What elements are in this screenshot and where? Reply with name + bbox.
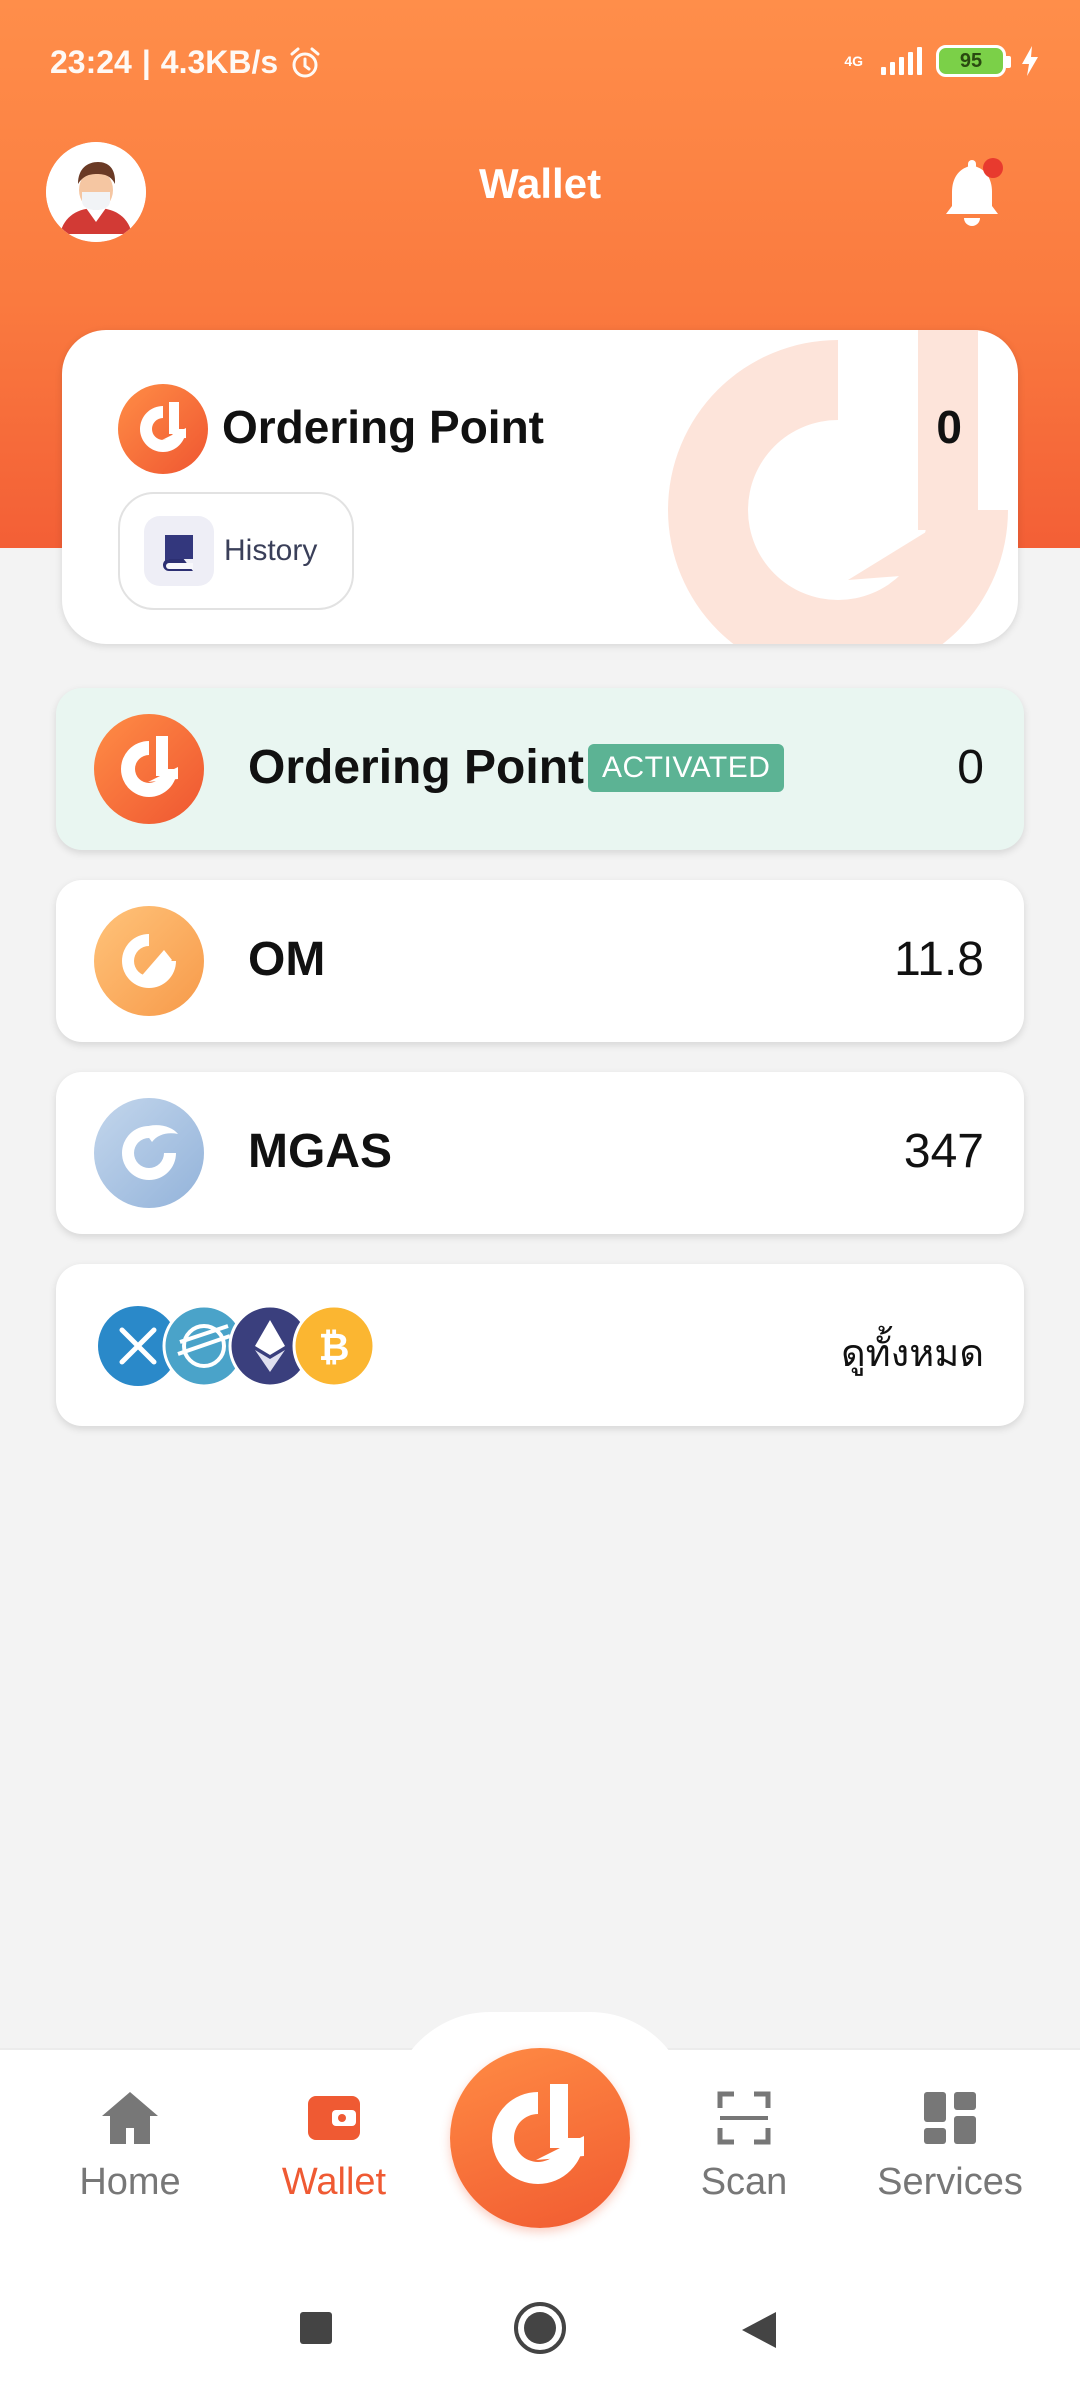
recents-icon[interactable] <box>298 2310 334 2346</box>
asset-amount: 0 <box>957 741 984 794</box>
nav-home-label: Home <box>79 2161 181 2203</box>
charging-icon <box>1022 46 1038 76</box>
ordering-point-icon <box>94 714 204 824</box>
home-system-icon[interactable] <box>512 2300 568 2356</box>
network-speed: 4.3KB/s <box>160 44 279 80</box>
asset-amount: 347 <box>903 1125 984 1178</box>
home-icon <box>102 2092 158 2144</box>
asset-name: MGAS <box>248 1125 392 1178</box>
asset-row-om[interactable]: OM 11.8 <box>56 880 1024 1042</box>
services-grid-icon <box>924 2092 976 2144</box>
history-label: History <box>224 534 318 567</box>
status-bar: 23:24 | 4.3KB/s 4G 95 <box>0 0 1080 120</box>
nav-services-label: Services <box>877 2161 1023 2203</box>
signal-icon <box>881 47 922 75</box>
ordering-point-value: 0 <box>936 401 962 453</box>
ordering-point-title: Ordering Point <box>222 401 544 453</box>
mgas-coin-icon <box>94 1098 204 1208</box>
ordering-point-watermark-icon <box>668 330 1008 644</box>
ordering-point-logo-icon <box>118 384 208 474</box>
page-title: Wallet <box>478 160 602 207</box>
svg-text:₿: ₿ <box>319 1325 350 1369</box>
see-all-coins-row[interactable]: ₿ ดูทั้งหมด <box>56 1264 1024 1426</box>
wallet-icon <box>308 2096 360 2140</box>
battery-level: 95 <box>959 49 983 72</box>
back-icon[interactable] <box>740 2310 778 2350</box>
nav-home[interactable]: Home <box>30 2086 230 2204</box>
coin-stack: ₿ <box>98 1304 376 1388</box>
see-all-link[interactable]: ดูทั้งหมด <box>841 1322 984 1383</box>
bell-icon <box>946 158 1003 226</box>
alarm-icon <box>290 47 320 77</box>
ordering-home-button[interactable] <box>450 2048 630 2228</box>
asset-row-mgas[interactable]: MGAS 347 <box>56 1072 1024 1234</box>
history-icon <box>144 516 214 586</box>
battery-icon: 95 <box>936 45 1011 77</box>
ordering-logo-icon <box>492 2084 584 2184</box>
nav-scan[interactable]: Scan <box>644 2086 844 2204</box>
history-button[interactable]: History <box>118 492 354 610</box>
nav-wallet[interactable]: Wallet <box>234 2086 434 2204</box>
notifications-button[interactable] <box>940 152 1010 232</box>
om-coin-icon <box>94 906 204 1016</box>
network-type: 4G <box>844 53 863 69</box>
activated-badge: ACTIVATED <box>588 744 785 792</box>
asset-row-ordering-point[interactable]: Ordering Point ACTIVATED 0 <box>56 688 1024 850</box>
asset-name: Ordering Point <box>248 741 584 794</box>
scan-icon <box>717 2091 771 2145</box>
nav-wallet-label: Wallet <box>281 2161 387 2203</box>
bitcoin-icon: ₿ <box>292 1304 376 1388</box>
status-time: 23:24 <box>50 44 132 80</box>
ordering-point-card[interactable]: Ordering Point 0 History <box>62 330 1018 644</box>
asset-amount: 11.8 <box>894 933 984 986</box>
status-left: 23:24 | 4.3KB/s <box>50 44 322 81</box>
asset-name: OM <box>248 933 326 986</box>
status-right: 4G 95 <box>844 44 1040 78</box>
nav-services[interactable]: Services <box>850 2086 1050 2204</box>
nav-scan-label: Scan <box>700 2161 788 2203</box>
